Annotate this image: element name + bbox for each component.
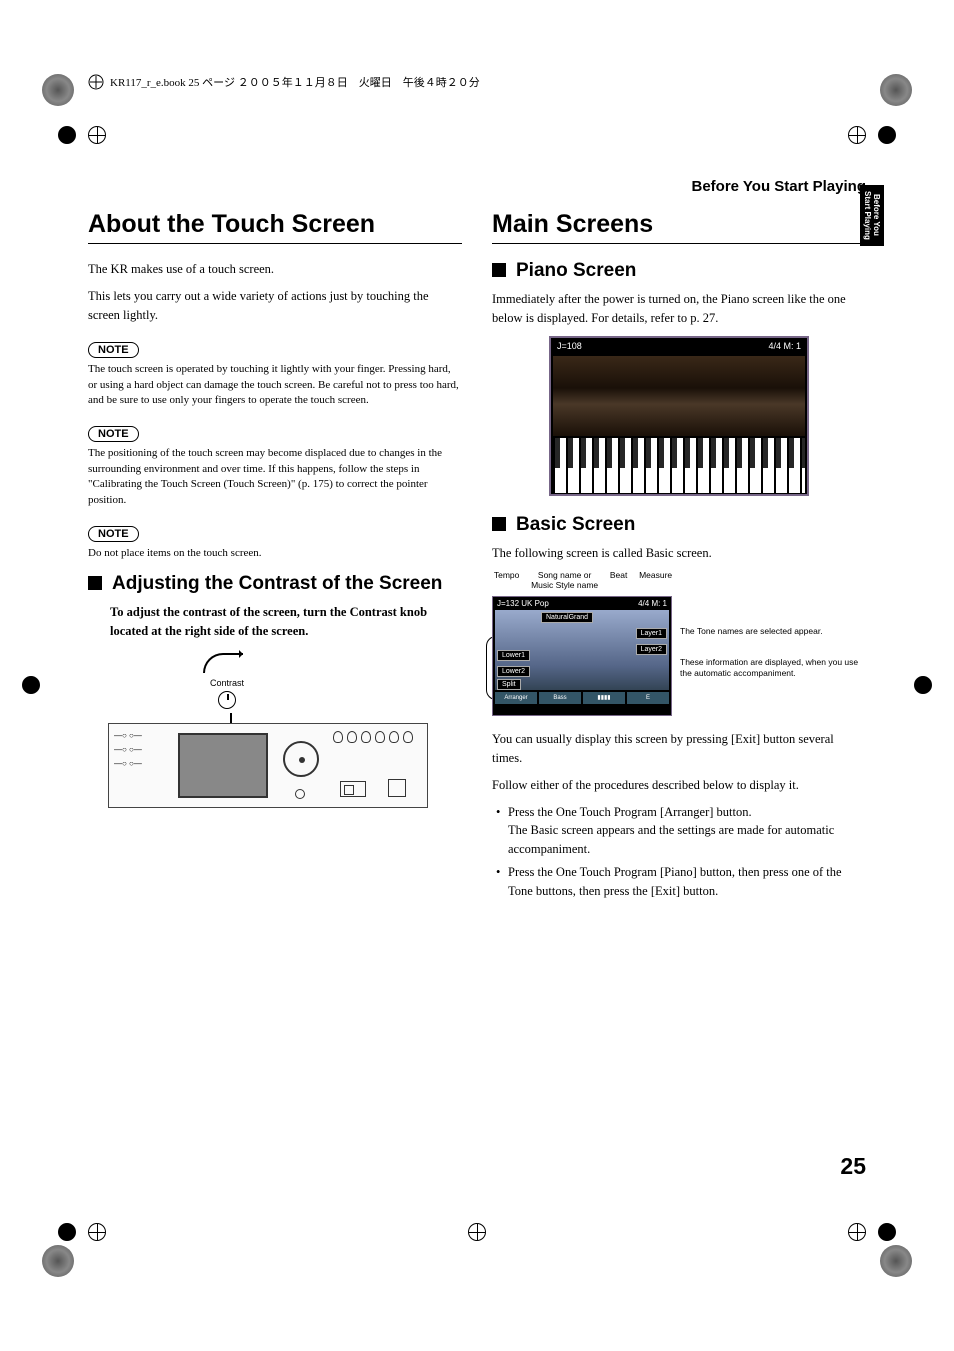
heading-basic-text: Basic Screen [516,514,635,536]
callout-row: Tempo Song name or Music Style name Beat… [488,570,678,590]
crop-corner-icon [42,1245,74,1277]
basic-p2: Follow either of the procedures describe… [492,776,866,795]
heading-piano-text: Piano Screen [516,260,636,282]
tone-label: Layer2 [636,644,667,655]
left-column: About the Touch Screen The KR makes use … [88,210,462,904]
piano-keys-icon [553,438,805,493]
tone-label: Layer1 [636,628,667,639]
tone-label: Lower2 [497,666,530,677]
basic-p1: You can usually display this screen by p… [492,730,866,768]
note-text: The positioning of the touch screen may … [88,446,462,508]
note-label: NOTE [88,426,139,442]
callout-song: Song name or Music Style name [531,570,598,590]
intro-text: The KR makes use of a touch screen. [88,260,462,279]
bottom-tab: ▮▮▮▮ [583,692,625,704]
registration-mark-icon [878,1223,896,1241]
bottom-tab: Arranger [495,692,537,704]
rec-buttons-icon [340,781,366,797]
square-bullet-icon [492,517,506,531]
list-item: Press the One Touch Program [Arranger] b… [496,803,866,859]
heading-contrast: Adjusting the Contrast of the Screen [88,573,462,595]
book-icon [88,74,104,90]
tempo-buttons-icon [333,731,413,743]
square-bullet-icon [492,263,506,277]
registration-mark-icon [58,1223,76,1241]
tempo-readout: J=108 [557,341,582,351]
tone-label: NaturalGrand [541,612,593,623]
volume-controls-icon: —○ ○——○ ○——○ ○— [114,729,142,771]
small-knob-icon [295,789,305,799]
tempo-style-readout: J=132 UK Pop [497,599,549,608]
crop-corner-icon [42,74,74,106]
registration-mark-icon [878,126,896,144]
bottom-tab: Bass [539,692,581,704]
piano-screen-figure: J=108 4/4 M: 1 [549,336,809,496]
contrast-knob-icon [218,691,236,709]
disk-slot-icon [388,779,406,797]
note-text: Do not place items on the touch screen. [88,546,462,561]
callout-measure: Measure [639,570,672,590]
bullet-subtext: The Basic screen appears and the setting… [508,821,866,859]
book-header: KR117_r_e.book 25 ページ ２００５年１１月８日 火曜日 午後４… [88,70,866,94]
tone-label: Lower1 [497,650,530,661]
piano-screen-text: Immediately after the power is turned on… [492,290,866,328]
bottom-tab: E [627,692,669,704]
beat-measure-readout: 4/4 M: 1 [768,341,801,351]
bullet-list: Press the One Touch Program [Arranger] b… [496,803,866,901]
tone-label: Split [497,679,521,690]
registration-mark-icon [58,126,76,144]
note-label: NOTE [88,342,139,358]
heading-piano-screen: Piano Screen [492,260,866,282]
contrast-label: Contrast [210,678,244,688]
intro-text: This lets you carry out a wide variety o… [88,287,462,325]
bullet-text: Press the One Touch Program [Arranger] b… [508,805,752,819]
basic-screen-figure: J=132 UK Pop 4/4 M: 1 NaturalGrand Layer… [492,596,866,716]
heading-about-touch: About the Touch Screen [88,210,462,244]
crop-corner-icon [880,74,912,106]
book-header-text: KR117_r_e.book 25 ページ ２００５年１１月８日 火曜日 午後４… [110,74,480,90]
registration-mark-icon [914,676,932,694]
lcd-screen-icon [178,733,268,798]
contrast-instruction: To adjust the contrast of the screen, tu… [110,603,462,641]
page-content: KR117_r_e.book 25 ページ ２００５年１１月８日 火曜日 午後４… [88,70,866,1270]
rotate-arrow-icon [203,653,243,673]
registration-mark-icon [22,676,40,694]
callout-tempo: Tempo [494,570,520,590]
list-item: Press the One Touch Program [Piano] butt… [496,863,866,901]
crop-corner-icon [880,1245,912,1277]
note-text: The touch screen is operated by touching… [88,362,462,408]
heading-main-screens: Main Screens [492,210,866,244]
callouts-right: The Tone names are selected appear. Thes… [680,596,866,699]
note-label: NOTE [88,526,139,542]
beat-measure-readout: 4/4 M: 1 [638,599,667,608]
square-bullet-icon [88,576,102,590]
heading-basic-screen: Basic Screen [492,514,866,536]
basic-intro-text: The following screen is called Basic scr… [492,544,866,563]
callout-beat: Beat [610,570,628,590]
dial-icon [283,741,319,777]
piano-photo [553,356,805,436]
contrast-illustration: Contrast —○ ○——○ ○——○ ○— [108,653,428,813]
page-number: 25 [840,1153,866,1180]
bullet-text: Press the One Touch Program [Piano] butt… [508,865,842,898]
running-head: Before You Start Playing [692,178,867,195]
basic-screenshot: J=132 UK Pop 4/4 M: 1 NaturalGrand Layer… [492,596,672,716]
callout-tone-names: The Tone names are selected appear. [680,626,866,637]
right-column: Main Screens Piano Screen Immediately af… [492,210,866,904]
callout-accompaniment: These information are displayed, when yo… [680,657,866,679]
heading-contrast-text: Adjusting the Contrast of the Screen [112,573,442,595]
